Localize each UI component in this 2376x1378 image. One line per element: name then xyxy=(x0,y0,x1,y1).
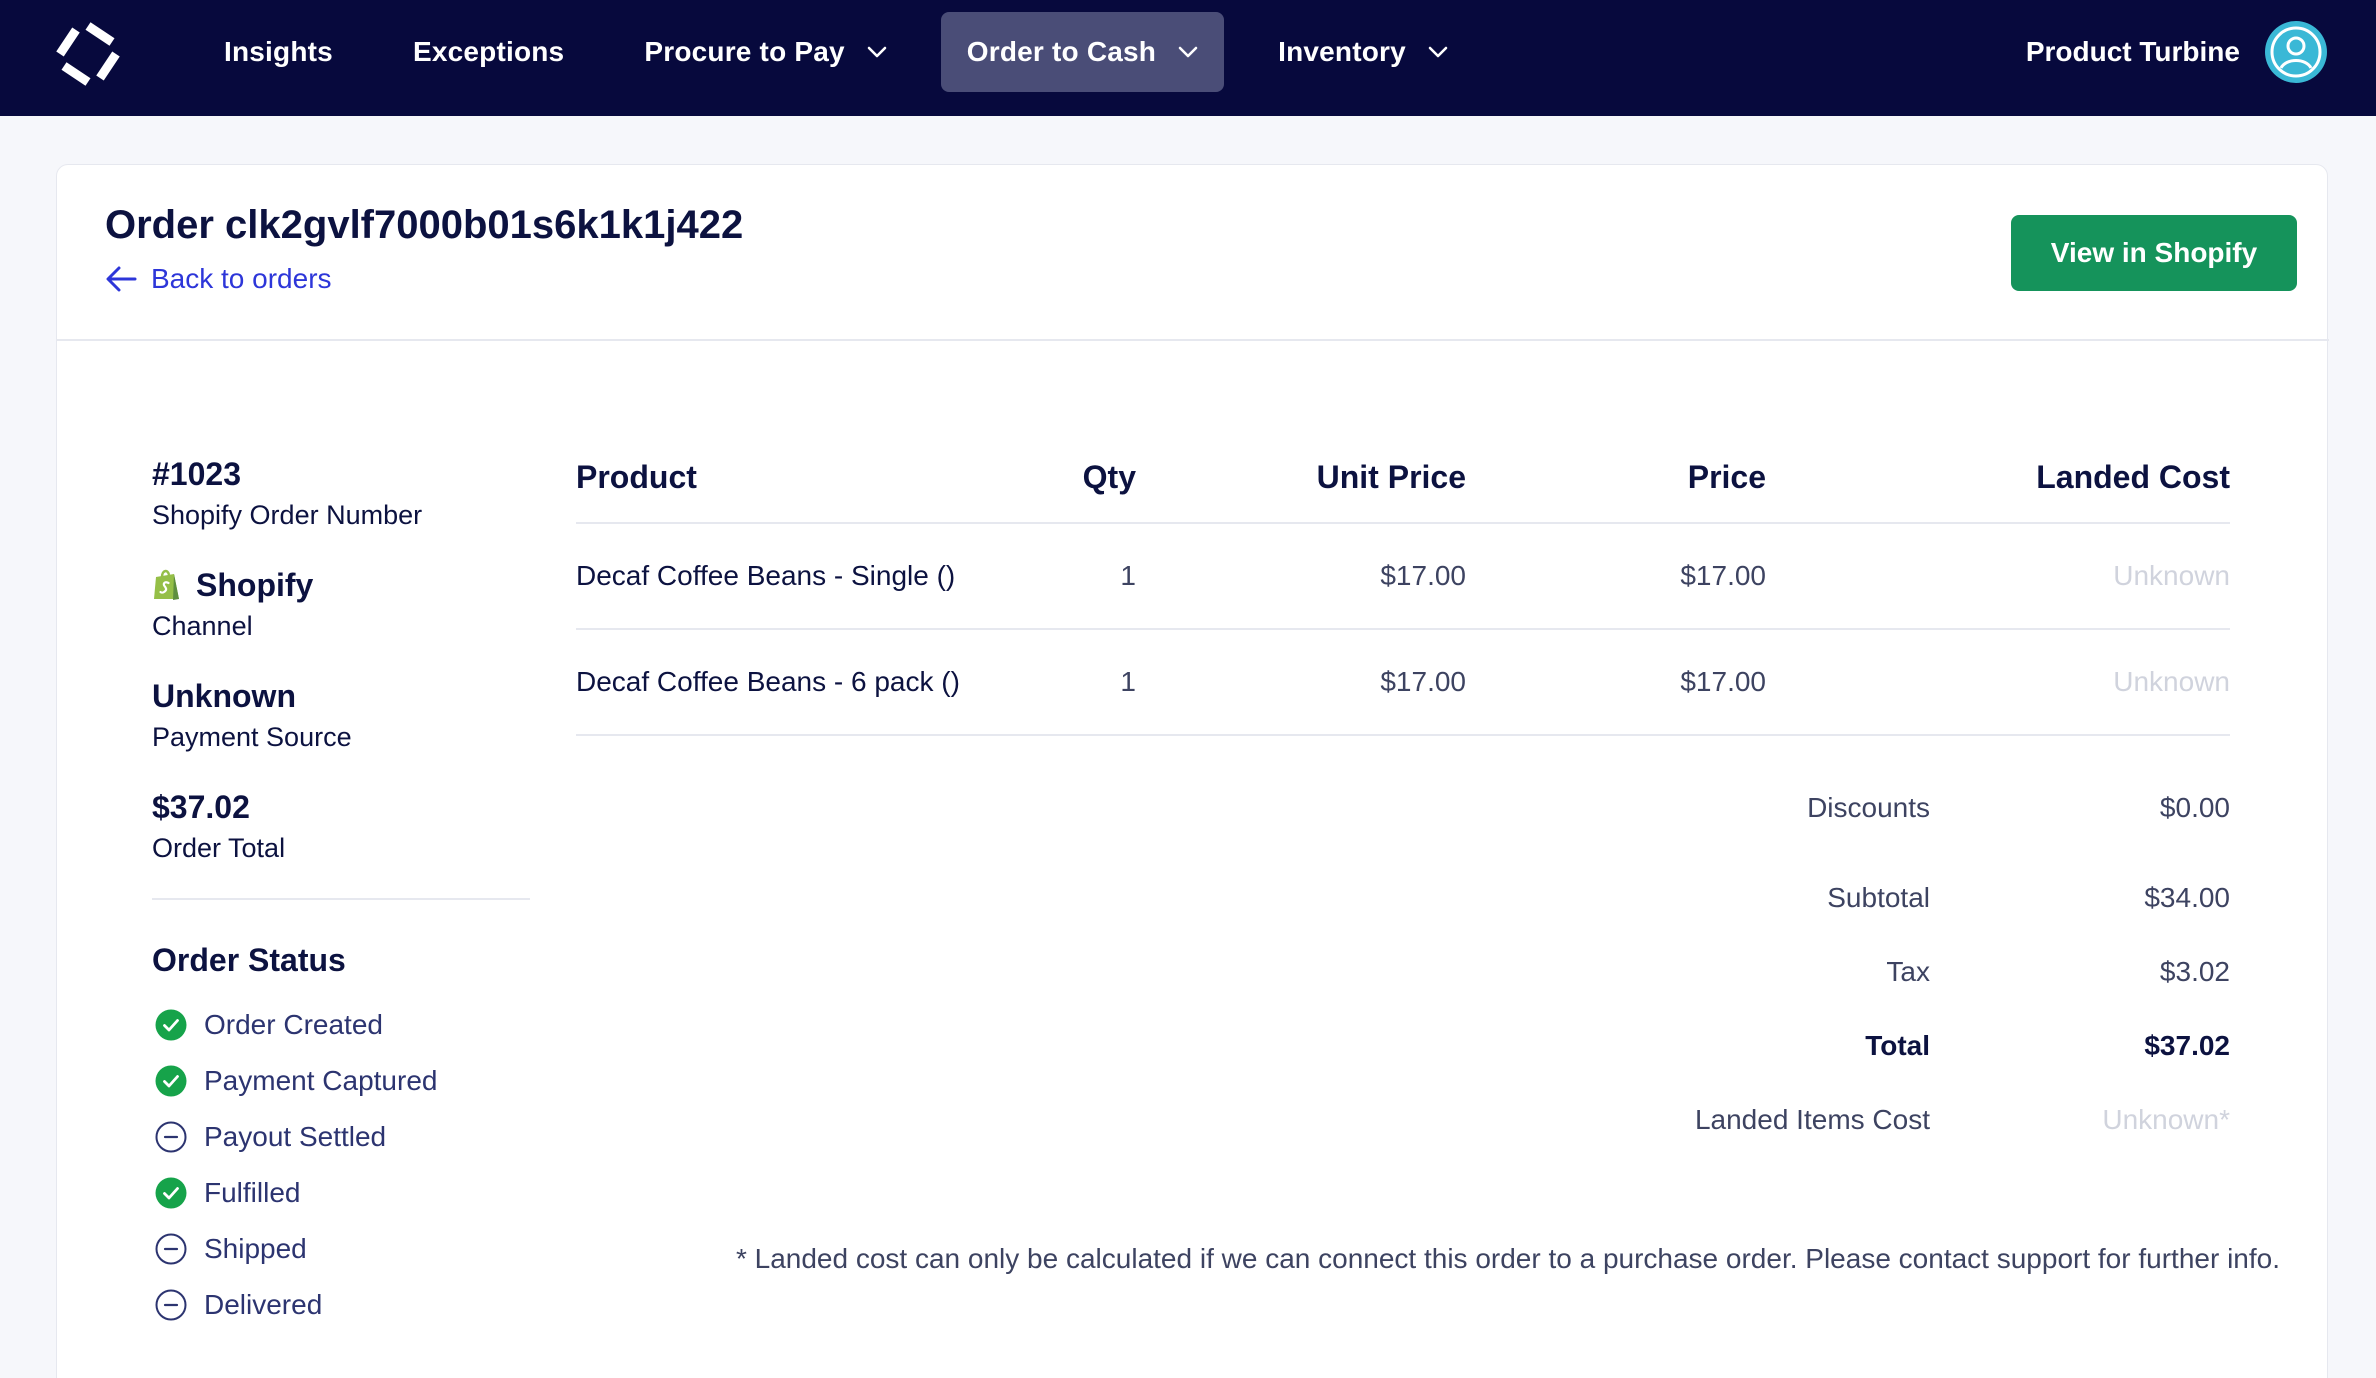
line-items-table: Product Qty Unit Price Price Landed Cost… xyxy=(576,432,2230,736)
tax-row: Tax $3.02 xyxy=(576,956,2230,1030)
nav-item-inventory[interactable]: Inventory xyxy=(1252,12,1474,92)
table-row[interactable]: Decaf Coffee Beans - 6 pack () 1 $17.00 … xyxy=(576,630,2230,736)
shopify-bag-icon xyxy=(154,569,179,600)
status-item-order-created: Order Created xyxy=(152,997,532,1053)
total-value: $37.02 xyxy=(2144,1030,2230,1061)
nav-item-procure-to-pay[interactable]: Procure to Pay xyxy=(618,12,912,92)
top-nav: Insights Exceptions Procure to Pay Order to… xyxy=(0,0,2376,116)
landed-cost-value: Unknown xyxy=(2113,560,2230,591)
check-circle-icon xyxy=(155,1065,187,1097)
card-header: Order clk2gvlf7000b01s6k1k1j422 Back to … xyxy=(57,165,2329,341)
total-label: Total xyxy=(1865,1030,1930,1061)
payment-source-label: Payment Source xyxy=(152,722,352,752)
status-label: Fulfilled xyxy=(204,1177,301,1208)
nav-item-order-to-cash[interactable]: Order to Cash xyxy=(940,12,1225,92)
channel-value-row: Shopify xyxy=(152,565,532,605)
order-number-label: Shopify Order Number xyxy=(152,500,423,530)
nav-item-exceptions[interactable]: Exceptions xyxy=(387,12,590,92)
order-total-value: $37.02 xyxy=(152,788,250,825)
column-header-price: Price xyxy=(1687,458,1766,495)
back-link-label: Back to orders xyxy=(151,263,332,294)
price-value: $17.00 xyxy=(1680,560,1766,591)
qty-value: 1 xyxy=(1120,560,1136,591)
nav-item-label: Insights xyxy=(224,36,333,67)
status-item-payout-settled: Payout Settled xyxy=(152,1109,532,1165)
nav-menu: Insights Exceptions Procure to Pay Order to… xyxy=(198,12,1502,92)
landed-cost-footnote: * Landed cost can only be calculated if … xyxy=(735,1243,2280,1274)
channel-value: Shopify xyxy=(196,566,314,603)
discounts-value: $0.00 xyxy=(2159,792,2230,823)
chevron-down-icon xyxy=(867,46,887,58)
nav-item-label: Inventory xyxy=(1278,36,1406,67)
price-value: $17.00 xyxy=(1680,666,1766,697)
tax-value: $3.02 xyxy=(2159,956,2230,987)
discounts-row: Discounts $0.00 xyxy=(576,792,2230,882)
chevron-down-icon xyxy=(1428,46,1448,58)
landed-cost-value: Unknown xyxy=(2113,666,2230,697)
org-name[interactable]: Product Turbine xyxy=(2026,36,2240,68)
status-label: Delivered xyxy=(204,1289,323,1320)
unit-price-value: $17.00 xyxy=(1380,666,1466,697)
status-item-fulfilled: Fulfilled xyxy=(152,1165,532,1221)
nav-item-label: Order to Cash xyxy=(966,36,1157,67)
payment-source-value: Unknown xyxy=(152,677,296,714)
turbine-logo-icon[interactable] xyxy=(52,18,124,90)
landed-items-cost-row: Landed Items Cost Unknown* xyxy=(576,1104,2230,1178)
order-summary: #1023 Shopify Order Number Shopify Chann… xyxy=(152,454,532,1333)
landed-items-cost-label: Landed Items Cost xyxy=(1694,1104,1930,1135)
tax-label: Tax xyxy=(1886,956,1930,987)
channel-block: Shopify Channel xyxy=(152,565,532,642)
subtotal-value: $34.00 xyxy=(2144,882,2230,913)
user-avatar-icon[interactable] xyxy=(2264,20,2328,84)
order-status-title: Order Status xyxy=(152,942,346,978)
order-totals: Discounts $0.00 Subtotal $34.00 Tax $3.0… xyxy=(576,792,2230,1178)
table-header-row: Product Qty Unit Price Price Landed Cost xyxy=(576,432,2230,524)
page-title: Order clk2gvlf7000b01s6k1k1j422 xyxy=(105,203,744,247)
status-label: Order Created xyxy=(204,1009,383,1040)
order-number-block: #1023 Shopify Order Number xyxy=(152,454,532,531)
landed-items-cost-value: Unknown* xyxy=(2102,1104,2230,1135)
table-row[interactable]: Decaf Coffee Beans - Single () 1 $17.00 … xyxy=(576,524,2230,630)
column-header-product: Product xyxy=(576,458,697,495)
pending-circle-icon xyxy=(155,1289,187,1321)
chevron-down-icon xyxy=(1178,46,1198,58)
status-label: Payment Captured xyxy=(204,1065,438,1096)
qty-value: 1 xyxy=(1120,666,1136,697)
product-name[interactable]: Decaf Coffee Beans - 6 pack () xyxy=(576,630,960,734)
nav-item-label: Procure to Pay xyxy=(644,36,845,67)
column-header-unit-price: Unit Price xyxy=(1316,458,1466,495)
pending-circle-icon xyxy=(155,1121,187,1153)
arrow-left-icon xyxy=(106,266,137,292)
status-item-payment-captured: Payment Captured xyxy=(152,1053,532,1109)
channel-label: Channel xyxy=(152,611,253,641)
status-item-delivered: Delivered xyxy=(152,1277,532,1333)
order-total-label: Order Total xyxy=(152,833,286,863)
status-label: Shipped xyxy=(204,1233,307,1264)
subtotal-label: Subtotal xyxy=(1827,882,1930,913)
column-header-qty: Qty xyxy=(1082,458,1136,495)
order-number: #1023 xyxy=(152,455,241,492)
order-total-block: $37.02 Order Total xyxy=(152,787,532,864)
pending-circle-icon xyxy=(155,1233,187,1265)
check-circle-icon xyxy=(155,1177,187,1209)
nav-item-label: Exceptions xyxy=(412,36,565,67)
product-name[interactable]: Decaf Coffee Beans - Single () xyxy=(576,524,955,628)
column-header-landed-cost: Landed Cost xyxy=(2036,458,2230,495)
back-to-orders-link[interactable]: Back to orders xyxy=(105,263,332,295)
status-item-shipped: Shipped xyxy=(152,1221,532,1277)
unit-price-value: $17.00 xyxy=(1380,560,1466,591)
view-in-shopify-button[interactable]: View in Shopify xyxy=(2011,215,2297,291)
subtotal-row: Subtotal $34.00 xyxy=(576,882,2230,956)
discounts-label: Discounts xyxy=(1807,792,1930,823)
total-row: Total $37.02 xyxy=(576,1030,2230,1104)
account-area[interactable]: Product Turbine xyxy=(2026,18,2328,86)
order-status-list: Order Created Payment Captured Payout Sett… xyxy=(152,997,532,1333)
check-circle-icon xyxy=(155,1009,187,1041)
status-label: Payout Settled xyxy=(204,1121,387,1152)
summary-divider xyxy=(152,898,530,900)
payment-source-block: Unknown Payment Source xyxy=(152,676,532,753)
nav-item-insights[interactable]: Insights xyxy=(198,12,359,92)
